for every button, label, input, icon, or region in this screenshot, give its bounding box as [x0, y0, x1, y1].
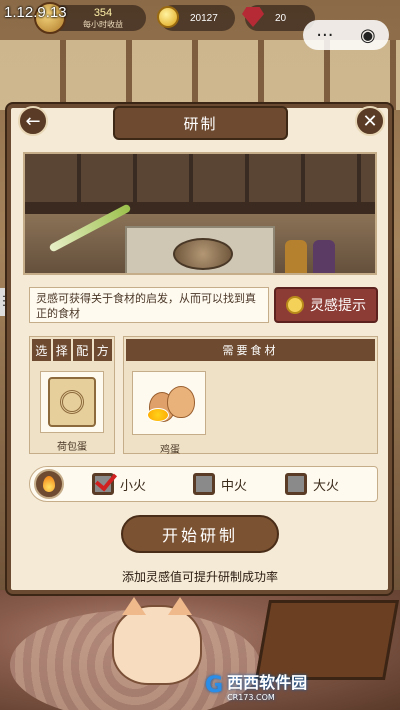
cat-character[interactable] [112, 597, 202, 685]
cat-ear-right [168, 597, 192, 615]
heat-low-label: 小火 [120, 478, 147, 494]
ingredient-card [132, 371, 206, 435]
fire-icon [34, 469, 64, 499]
back-button[interactable]: ← [18, 106, 48, 136]
recipe-card[interactable] [40, 371, 104, 433]
top-hud: 354 每小时收益 1.12.9.13 20127 20 ··· ◉ [0, 0, 400, 50]
inspiration-hint-button[interactable]: 灵感提示 [274, 287, 378, 323]
coin-icon [157, 6, 179, 28]
watermark-text: 西西软件园 CR173.COM [227, 669, 307, 702]
back-arrow-icon: ← [25, 110, 41, 132]
jar-illustration [313, 240, 335, 273]
coin-value: 20127 [190, 12, 218, 24]
mini-program-controls: ··· ◉ [303, 20, 389, 50]
hint-description: 灵感可获得关于食材的启发，从而可以找到真正的食材 [29, 287, 269, 323]
jar-illustration [285, 240, 307, 273]
recipe-header: 选 择 配 方 [30, 337, 114, 363]
ingredient-item[interactable]: 鸡蛋 [132, 371, 208, 456]
heat-high-checkbox[interactable] [285, 473, 307, 495]
watermark: G 西西软件园 CR173.COM [205, 668, 385, 702]
more-options-icon[interactable]: ··· [316, 25, 333, 46]
success-rate-tip: 添加灵感值可提升研制成功率 [121, 570, 278, 584]
exit-program-icon[interactable]: ◉ [360, 25, 376, 46]
ingredients-header: 需要食材 [126, 339, 375, 361]
heat-high-label: 大火 [313, 478, 340, 494]
egg-icon [167, 386, 195, 418]
heat-medium-checkbox[interactable] [193, 473, 215, 495]
start-research-button[interactable]: 开始研制 [121, 515, 279, 553]
lightbulb-icon [286, 296, 304, 314]
recipe-header-char: 择 [52, 339, 71, 361]
close-icon: ✕ [362, 110, 378, 132]
background-window [0, 40, 400, 110]
watermark-logo-icon: G [205, 672, 224, 698]
panel-title: 研制 [113, 106, 288, 140]
close-button[interactable]: ✕ [355, 106, 385, 136]
heat-low-checkbox[interactable] [92, 473, 114, 495]
version-label: 1.12.9.13 [4, 4, 67, 21]
heat-medium-label: 中火 [221, 478, 248, 494]
heat-option-low[interactable]: 小火 [92, 473, 146, 495]
watermark-brand: 西西软件园 [227, 672, 308, 692]
watermark-url: CR173.COM [227, 692, 275, 702]
heat-selector: 小火 中火 大火 [29, 466, 378, 502]
recipe-name: 荷包蛋 [57, 442, 87, 453]
heat-option-medium[interactable]: 中火 [193, 473, 247, 495]
recipe-header-char: 配 [73, 339, 92, 361]
egg-yolk-icon [147, 408, 169, 422]
recipe-selector: 选 择 配 方 荷包蛋 [29, 336, 115, 454]
gem-value: 20 [275, 12, 287, 24]
heat-option-high[interactable]: 大火 [285, 473, 339, 495]
income-value: 354 [93, 6, 113, 19]
income-label: 每小时收益 [83, 19, 123, 29]
preview-shelf [25, 154, 375, 202]
bowl-illustration [173, 238, 233, 270]
recipe-header-char: 选 [32, 339, 51, 361]
required-ingredients: 需要食材 鸡蛋 [123, 336, 378, 456]
recipe-scroll-icon [48, 377, 96, 427]
inspiration-hint-label: 灵感提示 [310, 298, 366, 314]
ingredient-name: 鸡蛋 [160, 445, 180, 456]
kitchen-preview-image [23, 152, 377, 275]
cat-ear-left [122, 597, 146, 615]
recipe-header-char: 方 [93, 339, 112, 361]
